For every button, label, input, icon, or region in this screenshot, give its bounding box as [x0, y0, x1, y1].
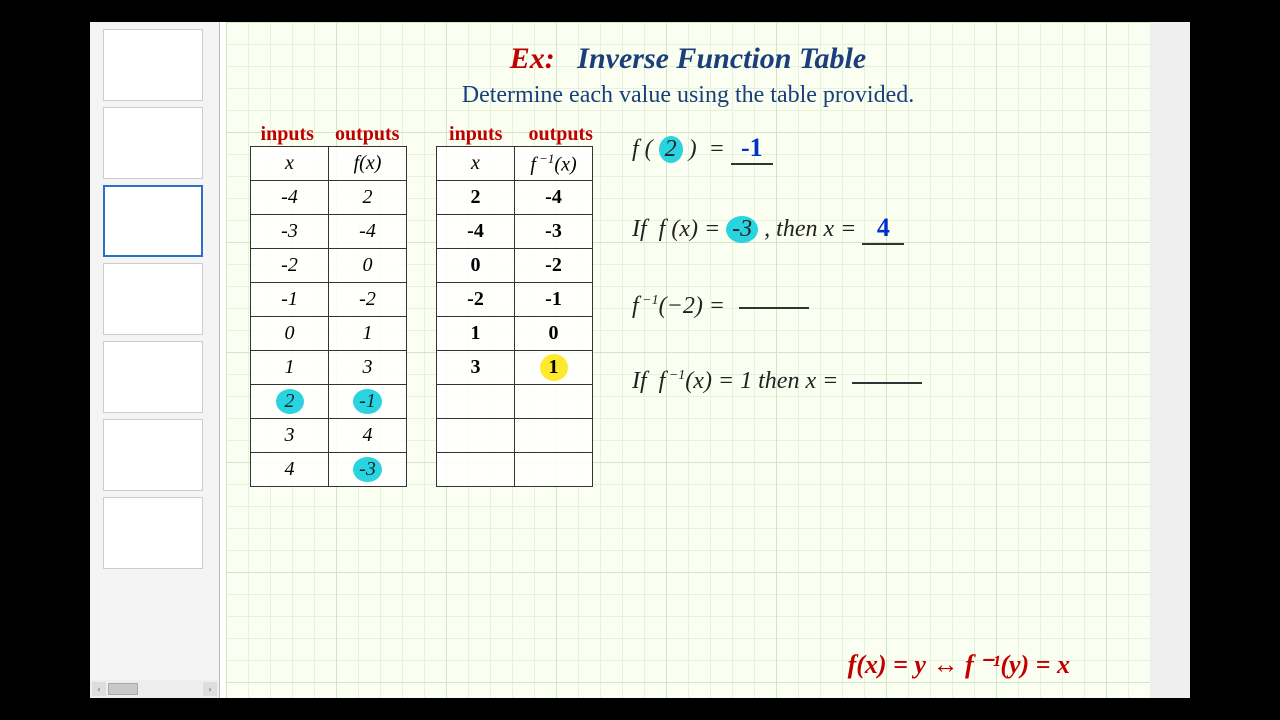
q2-val-highlight: -3	[726, 216, 758, 243]
title-prefix: Ex:	[510, 42, 555, 75]
question-2: If f (x) = -3 , then x = 4	[632, 213, 1126, 245]
title-main: Inverse Function Table	[577, 42, 866, 75]
table-cell: -4	[251, 181, 329, 215]
label-inputs-2: inputs	[449, 123, 502, 146]
scroll-knob[interactable]	[108, 683, 138, 695]
table-cell: 2	[251, 385, 329, 419]
content-row: inputs outputs x f(x) -42-3-4-20-1-20113…	[250, 123, 1126, 487]
slide-thumb-5[interactable]	[103, 341, 203, 413]
presentation-window: ‹ › Ex: Inverse Function Table Determine…	[90, 22, 1190, 698]
table-cell: 1	[437, 317, 515, 351]
table-cell	[437, 385, 515, 419]
table-cell: -3	[329, 453, 407, 487]
label-outputs-1: outputs	[335, 123, 399, 146]
table-cell	[515, 385, 593, 419]
table-cell: 1	[329, 317, 407, 351]
table-cell: -2	[437, 283, 515, 317]
q1-fn: f (	[632, 136, 653, 163]
slide-thumbnail-panel: ‹ ›	[90, 22, 220, 698]
table-cell: -1	[329, 385, 407, 419]
table-cell: 3	[437, 351, 515, 385]
thumbnail-horizontal-scrollbar[interactable]: ‹ ›	[90, 680, 219, 698]
inverse-table-block: inputs outputs x f −1(x) 2-4-4-30-2-2-11…	[436, 123, 606, 487]
table-cell: -3	[251, 215, 329, 249]
slide-thumb-2[interactable]	[103, 107, 203, 179]
slide-thumb-7[interactable]	[103, 497, 203, 569]
table-cell: -4	[515, 181, 593, 215]
scroll-left-icon[interactable]: ‹	[92, 682, 106, 696]
questions-column: f ( 2 ) = -1 If f (x) = -3 , then x = 4 …	[632, 123, 1126, 405]
table-cell: -3	[515, 215, 593, 249]
label-inputs-1: inputs	[261, 123, 314, 146]
inverse-function-table: x f −1(x) 2-4-4-30-2-2-11031	[436, 146, 593, 487]
footer-identity: f(x) = y ↔ f ⁻¹(y) = x	[848, 650, 1070, 680]
th-fx: f(x)	[329, 147, 407, 181]
question-3: f −1(−2) =	[632, 293, 1126, 320]
q4-blank	[852, 380, 922, 384]
table-cell: 2	[329, 181, 407, 215]
table-cell: 4	[251, 453, 329, 487]
table-cell: -4	[437, 215, 515, 249]
slide-title: Ex: Inverse Function Table	[250, 42, 1126, 76]
slide-canvas-wrap: Ex: Inverse Function Table Determine eac…	[220, 22, 1190, 698]
slide-subtitle: Determine each value using the table pro…	[250, 82, 1126, 109]
table-cell: 1	[251, 351, 329, 385]
scroll-right-icon[interactable]: ›	[203, 682, 217, 696]
question-4: If f −1(x) = 1 then x =	[632, 368, 1126, 395]
table-cell: -2	[329, 283, 407, 317]
th-inv-x: x	[437, 147, 515, 181]
table-cell	[437, 419, 515, 453]
table-cell: 0	[515, 317, 593, 351]
table-cell: 4	[329, 419, 407, 453]
slide-thumb-3[interactable]	[103, 185, 203, 257]
table-cell	[515, 419, 593, 453]
table-cell: -1	[515, 283, 593, 317]
table-cell: -2	[251, 249, 329, 283]
table-cell: 0	[251, 317, 329, 351]
table-cell: 0	[437, 249, 515, 283]
function-table-block: inputs outputs x f(x) -42-3-4-20-1-20113…	[250, 123, 410, 487]
table-cell: 0	[329, 249, 407, 283]
slide-canvas: Ex: Inverse Function Table Determine eac…	[226, 22, 1150, 698]
slide-thumb-1[interactable]	[103, 29, 203, 101]
table-cell: 3	[251, 419, 329, 453]
slide-thumbnail-list[interactable]	[90, 22, 219, 680]
q2-answer: 4	[862, 213, 904, 245]
question-1: f ( 2 ) = -1	[632, 133, 1126, 165]
table-cell: -2	[515, 249, 593, 283]
slide-thumb-6[interactable]	[103, 419, 203, 491]
q3-blank	[739, 305, 809, 309]
table-cell	[515, 453, 593, 487]
function-table: x f(x) -42-3-4-20-1-201132-1344-3	[250, 146, 407, 487]
th-inv-fx: f −1(x)	[515, 147, 593, 181]
q1-arg-highlight: 2	[659, 136, 683, 163]
table-cell: -1	[251, 283, 329, 317]
table-cell: 1	[515, 351, 593, 385]
slide-thumb-4[interactable]	[103, 263, 203, 335]
table-cell: 2	[437, 181, 515, 215]
label-outputs-2: outputs	[528, 123, 592, 146]
th-x: x	[251, 147, 329, 181]
table-cell: 3	[329, 351, 407, 385]
table-cell: -4	[329, 215, 407, 249]
q1-answer: -1	[731, 133, 773, 165]
right-margin	[1150, 22, 1190, 698]
table-cell	[437, 453, 515, 487]
